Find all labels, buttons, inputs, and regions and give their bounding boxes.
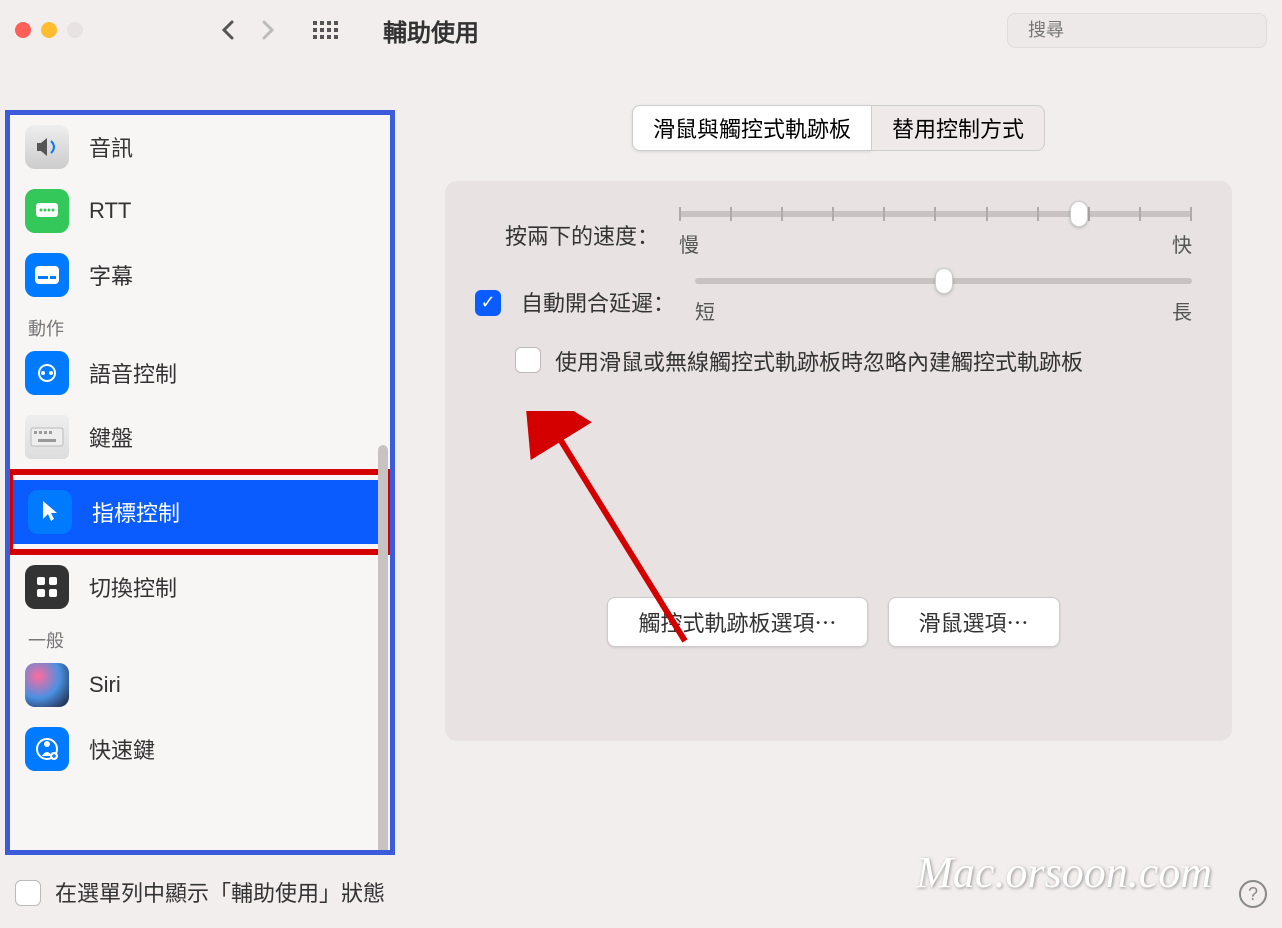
spring-delay-slider[interactable]: 短 長 <box>695 278 1192 325</box>
show-in-menubar-checkbox[interactable] <box>15 880 41 906</box>
section-header-general: 一般 <box>10 619 390 653</box>
sidebar-item-label: RTT <box>89 198 131 224</box>
ignore-trackpad-label: 使用滑鼠或無線觸控式軌跡板時忽略內建觸控式軌跡板 <box>555 345 1083 377</box>
sidebar-selection-highlight: 指標控制 <box>10 469 390 555</box>
pointer-icon <box>28 490 72 534</box>
slider-max-label: 快 <box>1172 229 1192 258</box>
tab-alternate-control[interactable]: 替用控制方式 <box>872 105 1045 151</box>
rtt-icon <box>25 189 69 233</box>
sidebar-item-switch-control[interactable]: 切換控制 <box>10 555 390 619</box>
sidebar-item-label: 指標控制 <box>92 496 180 528</box>
slider-max-label: 長 <box>1172 296 1192 325</box>
tab-mouse-trackpad[interactable]: 滑鼠與觸控式軌跡板 <box>632 105 872 151</box>
search-input[interactable] <box>1028 20 1260 41</box>
show-in-menubar-label: 在選單列中顯示「輔助使用」狀態 <box>55 876 385 908</box>
back-button[interactable] <box>213 15 243 45</box>
scrollbar[interactable] <box>378 445 388 850</box>
sidebar-item-label: Siri <box>89 672 121 698</box>
window-title: 輔助使用 <box>383 13 479 48</box>
sidebar-item-siri[interactable]: Siri <box>10 653 390 717</box>
section-header-actions: 動作 <box>10 307 390 341</box>
tab-bar: 滑鼠與觸控式軌跡板 替用控制方式 <box>445 105 1232 151</box>
spring-delay-checkbox[interactable]: ✓ <box>475 290 501 316</box>
close-window-button[interactable] <box>15 22 31 38</box>
siri-icon <box>25 663 69 707</box>
sidebar-item-label: 音訊 <box>89 131 133 163</box>
sidebar-item-rtt[interactable]: RTT <box>10 179 390 243</box>
double-click-speed-slider[interactable]: 慢 快 <box>679 211 1192 258</box>
content-pane: 滑鼠與觸控式軌跡板 替用控制方式 按兩下的速度： 慢 快 <box>395 60 1282 868</box>
window-controls <box>15 22 83 38</box>
sidebar-item-audio[interactable]: 音訊 <box>10 115 390 179</box>
mouse-options-button[interactable]: 滑鼠選項⋯ <box>888 597 1060 647</box>
slider-min-label: 短 <box>695 296 715 325</box>
trackpad-options-button[interactable]: 觸控式軌跡板選項⋯ <box>607 597 867 647</box>
sidebar-item-voice-control[interactable]: 語音控制 <box>10 341 390 405</box>
caption-icon <box>25 253 69 297</box>
speaker-icon <box>25 125 69 169</box>
shortcut-icon <box>25 727 69 771</box>
search-field[interactable] <box>1007 13 1267 48</box>
minimize-window-button[interactable] <box>41 22 57 38</box>
sidebar: 音訊 RTT 字幕 動作 語音控制 <box>5 110 395 855</box>
help-button[interactable]: ? <box>1239 880 1267 908</box>
sidebar-item-label: 語音控制 <box>89 357 177 389</box>
settings-panel: 按兩下的速度： 慢 快 ✓ 自動開合延遲： <box>445 181 1232 741</box>
footer: 在選單列中顯示「輔助使用」狀態 <box>15 876 385 908</box>
sidebar-item-label: 字幕 <box>89 259 133 291</box>
forward-button[interactable] <box>253 15 283 45</box>
sidebar-item-pointer-control[interactable]: 指標控制 <box>13 480 387 544</box>
keyboard-icon <box>25 415 69 459</box>
double-click-speed-label: 按兩下的速度： <box>505 219 659 251</box>
voice-control-icon <box>25 351 69 395</box>
sidebar-item-label: 快速鍵 <box>89 733 155 765</box>
sidebar-item-label: 鍵盤 <box>89 421 133 453</box>
sidebar-item-keyboard[interactable]: 鍵盤 <box>10 405 390 469</box>
toolbar: 輔助使用 <box>0 0 1282 60</box>
show-all-icon[interactable] <box>313 21 338 39</box>
zoom-window-button[interactable] <box>67 22 83 38</box>
slider-min-label: 慢 <box>679 229 699 258</box>
sidebar-item-label: 切換控制 <box>89 571 177 603</box>
switch-control-icon <box>25 565 69 609</box>
spring-delay-label: 自動開合延遲： <box>521 286 675 318</box>
sidebar-item-shortcut[interactable]: 快速鍵 <box>10 717 390 781</box>
sidebar-item-captions[interactable]: 字幕 <box>10 243 390 307</box>
watermark: Mac.orsoon.com <box>916 847 1212 898</box>
ignore-trackpad-checkbox[interactable] <box>515 347 541 373</box>
